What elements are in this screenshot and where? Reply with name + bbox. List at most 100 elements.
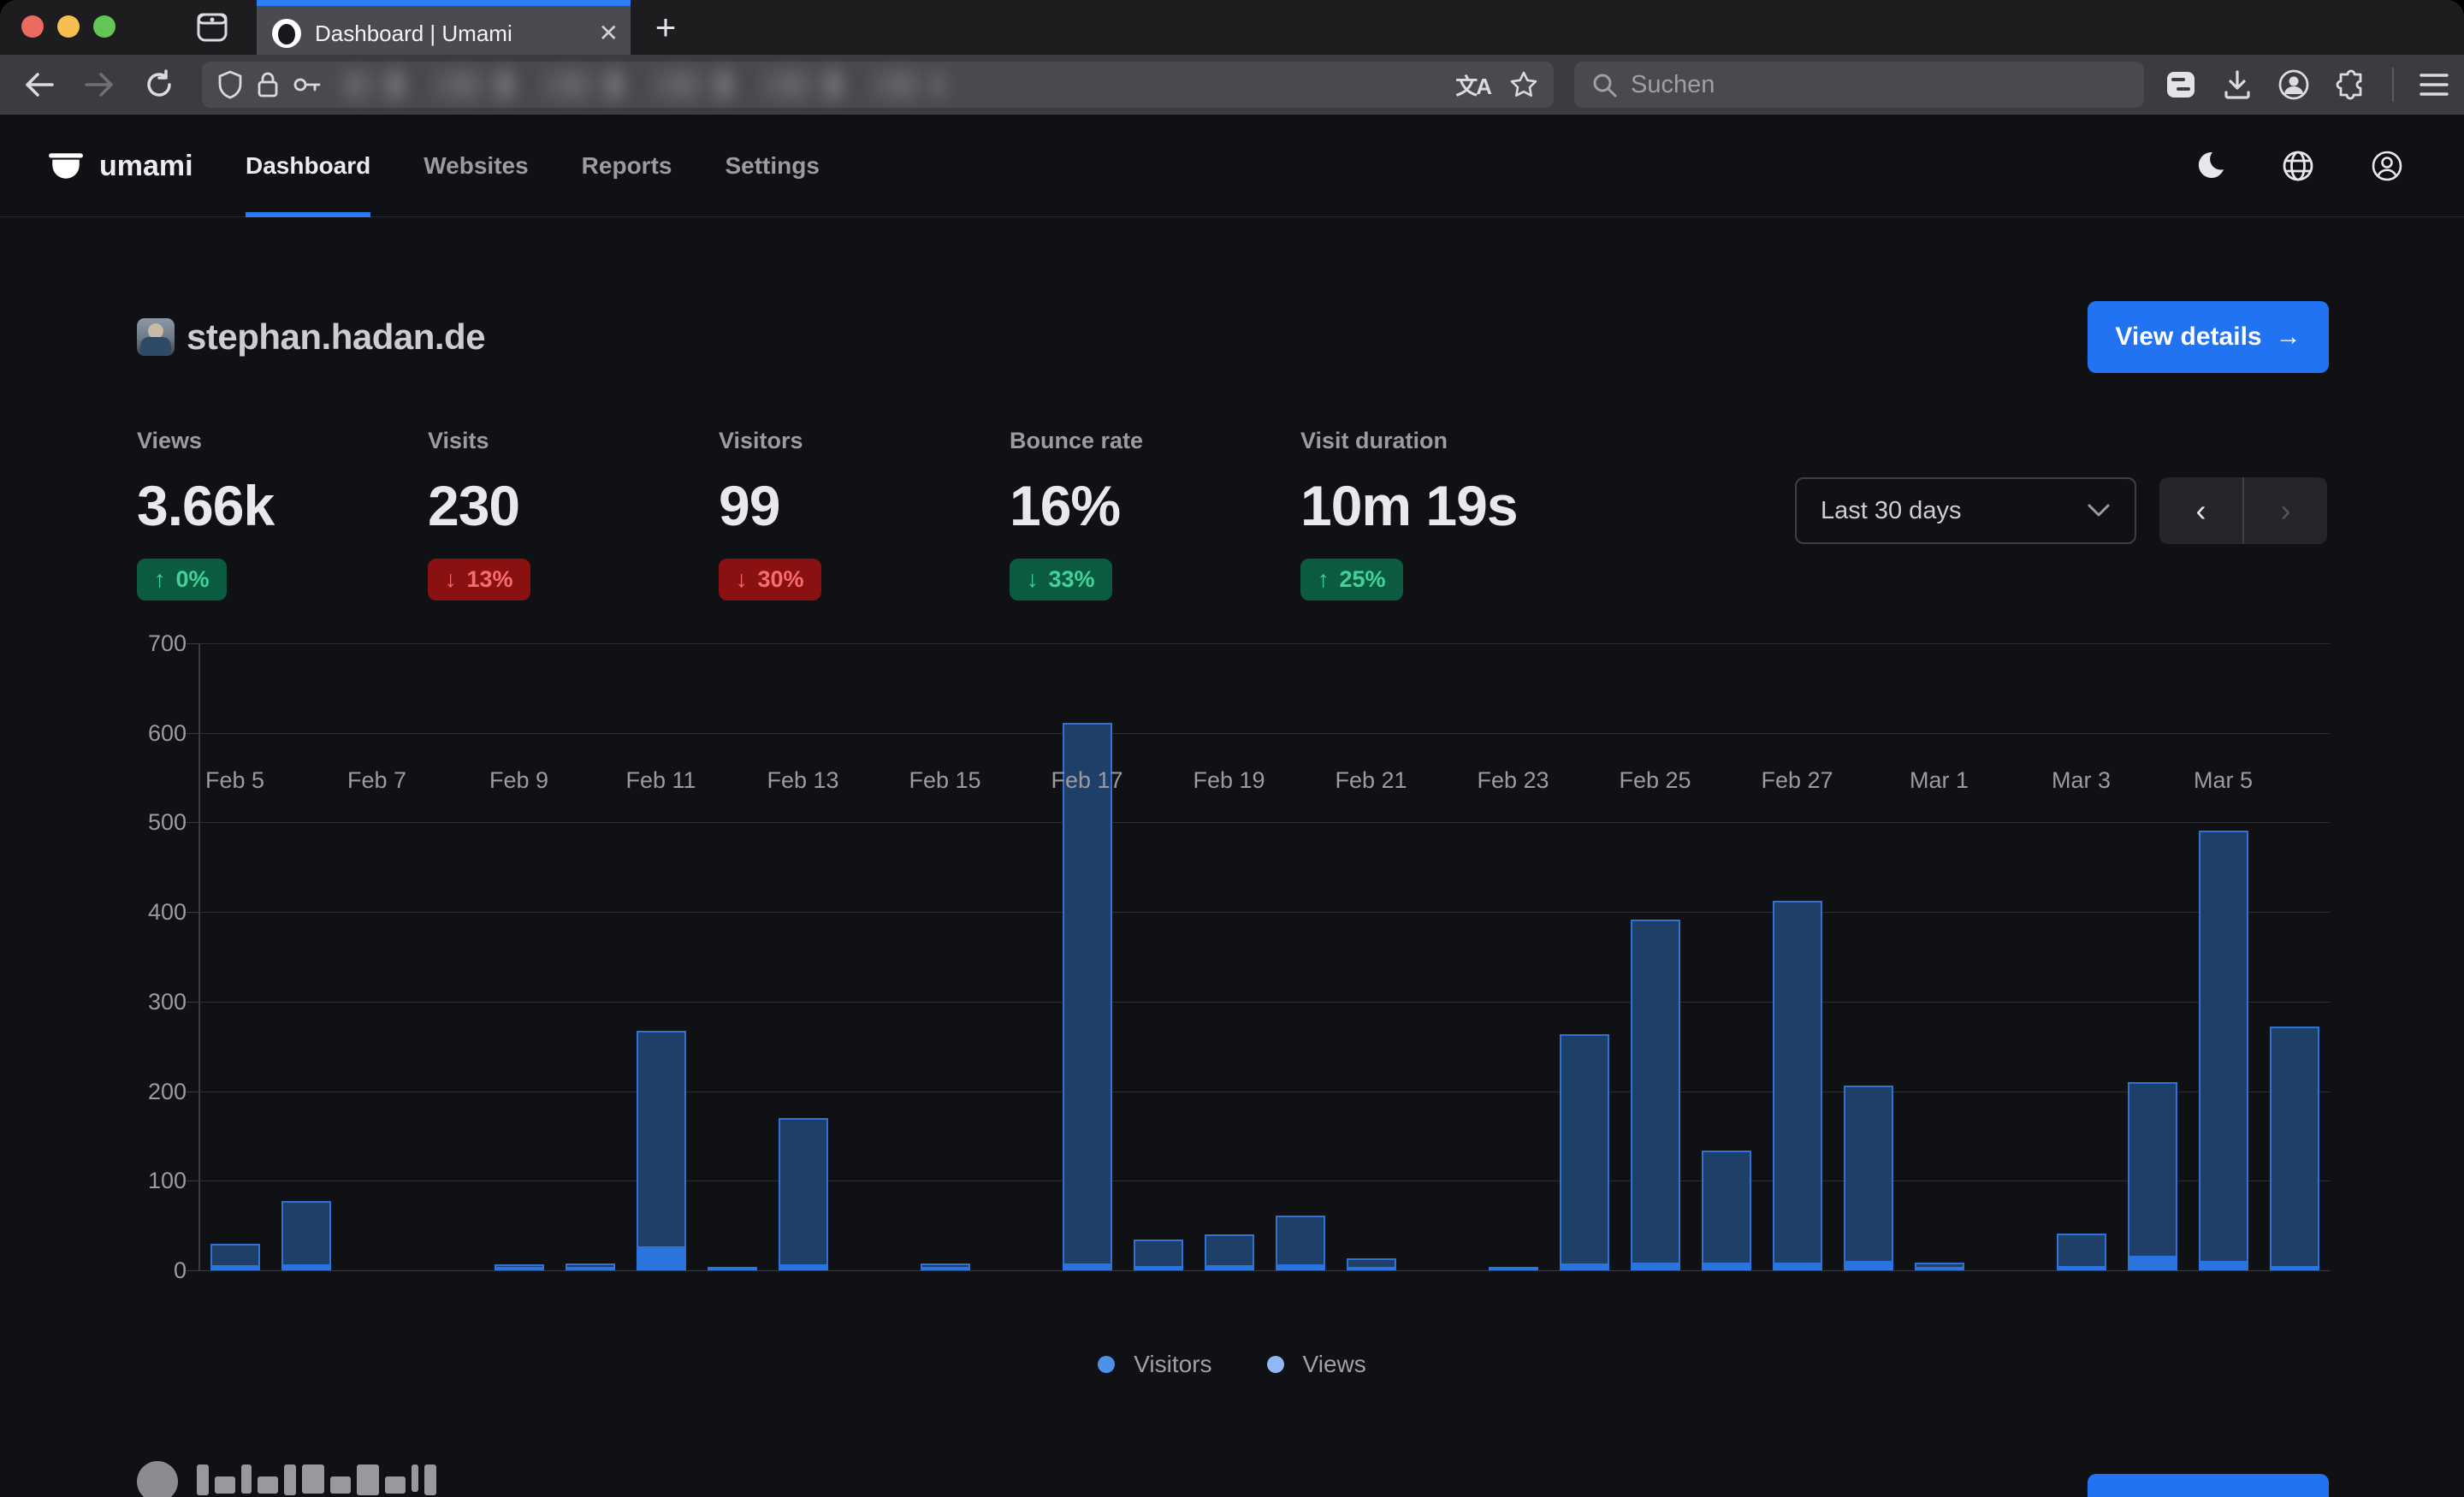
extensions-puzzle-icon[interactable] <box>2336 69 2366 100</box>
bar-visitors-segment <box>2128 1256 2177 1270</box>
metric-visit-duration: Visit duration 10m 19s ↑25% <box>1300 428 1583 601</box>
legend-item-visitors[interactable]: Visitors <box>1098 1351 1211 1378</box>
bar-feb-19[interactable] <box>1205 1234 1254 1270</box>
x-axis-tick-label: Feb 13 <box>767 767 838 794</box>
app-nav-links: Dashboard Websites Reports Settings <box>246 115 820 217</box>
bar-visitors-segment <box>1915 1267 1964 1270</box>
bar-feb-10[interactable] <box>566 1263 615 1270</box>
bar-feb-5[interactable] <box>210 1244 260 1270</box>
bar-mar-1[interactable] <box>1915 1263 1964 1270</box>
bar-mar-3[interactable] <box>2057 1234 2106 1270</box>
bar-visitors-segment <box>1702 1263 1751 1270</box>
date-range-select[interactable]: Last 30 days <box>1795 477 2136 544</box>
bar-feb-12[interactable] <box>708 1267 757 1270</box>
x-axis-tick-label: Feb 21 <box>1335 767 1407 794</box>
next-period-button[interactable]: › <box>2244 477 2327 544</box>
website-favicon <box>137 318 175 356</box>
theme-moon-icon[interactable] <box>2194 150 2226 182</box>
date-range-value: Last 30 days <box>1821 497 1961 525</box>
translate-icon[interactable]: 文A <box>1455 69 1490 101</box>
shield-icon[interactable] <box>217 70 243 99</box>
bar-feb-18[interactable] <box>1134 1240 1183 1270</box>
bar-mar-6[interactable] <box>2270 1027 2319 1270</box>
back-icon[interactable] <box>21 66 58 104</box>
bar-feb-17[interactable] <box>1063 723 1112 1270</box>
bar-mar-4[interactable] <box>2128 1082 2177 1270</box>
bar-visitors-segment <box>2057 1266 2106 1270</box>
view-details-button[interactable]: View details → <box>2088 301 2329 373</box>
bar-feb-6[interactable] <box>281 1201 331 1270</box>
bar-visitors-segment <box>708 1268 757 1270</box>
window-close-button[interactable] <box>21 15 44 38</box>
bar-feb-13[interactable] <box>779 1118 828 1270</box>
nav-websites[interactable]: Websites <box>424 115 528 217</box>
bar-visitors-segment <box>210 1265 260 1270</box>
firefox-view-icon[interactable] <box>195 11 229 44</box>
legend-label: Views <box>1303 1351 1366 1378</box>
partial-website-title <box>197 1464 436 1497</box>
bar-feb-27[interactable] <box>1773 901 1822 1270</box>
bar-feb-24[interactable] <box>1560 1034 1609 1270</box>
bar-feb-15[interactable] <box>921 1263 970 1270</box>
brand-name: umami <box>99 150 193 183</box>
bar-feb-23[interactable] <box>1489 1267 1538 1270</box>
bar-feb-25[interactable] <box>1631 920 1680 1270</box>
y-axis-line <box>198 643 200 1270</box>
nav-reports[interactable]: Reports <box>582 115 672 217</box>
nav-dashboard[interactable]: Dashboard <box>246 115 370 217</box>
download-icon[interactable] <box>2223 69 2252 100</box>
forward-icon[interactable] <box>80 66 118 104</box>
bar-visitors-segment <box>1560 1263 1609 1270</box>
browser-toolbar: 文A Suchen <box>0 55 2464 115</box>
bar-feb-9[interactable] <box>495 1264 544 1270</box>
bar-visitors-segment <box>1205 1265 1254 1270</box>
umami-brand[interactable]: umami <box>48 115 193 217</box>
window-zoom-button[interactable] <box>93 15 116 38</box>
browser-tab-active[interactable]: Dashboard | Umami ✕ <box>257 0 631 55</box>
umami-favicon-icon <box>272 19 301 48</box>
bookmark-star-icon[interactable] <box>1509 70 1538 99</box>
bar-feb-26[interactable] <box>1702 1151 1751 1270</box>
x-axis-tick-label: Feb 25 <box>1619 767 1691 794</box>
gridline <box>199 1002 2330 1003</box>
nav-settings[interactable]: Settings <box>725 115 819 217</box>
second-view-details-button[interactable] <box>2088 1474 2329 1497</box>
bar-feb-28[interactable] <box>1844 1086 1893 1270</box>
url-bar[interactable]: 文A <box>202 62 1554 108</box>
y-tick <box>187 822 199 823</box>
account-icon[interactable] <box>2277 68 2310 101</box>
prev-period-button[interactable]: ‹ <box>2159 477 2242 544</box>
bar-feb-11[interactable] <box>637 1031 686 1270</box>
change-badge: ↓33% <box>1010 559 1112 601</box>
y-axis-tick-label: 100 <box>110 1168 187 1194</box>
website-header: stephan.hadan.de View details → <box>137 301 2329 373</box>
arrow-down-icon: ↓ <box>445 566 457 593</box>
sidebar-panel-icon[interactable] <box>2165 68 2197 101</box>
new-tab-button[interactable]: + <box>643 5 688 50</box>
second-website-favicon <box>137 1461 178 1497</box>
y-axis-tick-label: 700 <box>110 630 187 657</box>
legend-item-views[interactable]: Views <box>1267 1351 1366 1378</box>
profile-icon[interactable] <box>2370 149 2404 183</box>
search-bar[interactable]: Suchen <box>1574 62 2144 108</box>
bar-visitors-segment <box>779 1264 828 1270</box>
metric-bounce-rate: Bounce rate 16% ↓33% <box>1010 428 1292 601</box>
window-minimize-button[interactable] <box>57 15 80 38</box>
tab-title: Dashboard | Umami <box>315 21 585 47</box>
bar-feb-21[interactable] <box>1347 1258 1396 1270</box>
menu-hamburger-icon[interactable] <box>2420 73 2449 97</box>
gridline <box>199 1180 2330 1181</box>
umami-dashboard-page: umami Dashboard Websites Reports Setting… <box>0 115 2464 1497</box>
y-axis-tick-label: 600 <box>110 720 187 747</box>
arrow-right-icon: → <box>2276 322 2301 352</box>
reload-icon[interactable] <box>140 66 178 104</box>
y-tick <box>187 1270 199 1271</box>
bar-feb-20[interactable] <box>1276 1216 1325 1270</box>
tab-close-icon[interactable]: ✕ <box>599 21 619 45</box>
bar-mar-5[interactable] <box>2199 831 2248 1270</box>
y-tick <box>187 643 199 644</box>
language-globe-icon[interactable] <box>2281 149 2315 183</box>
lock-icon[interactable] <box>257 70 279 99</box>
traffic-bar-chart[interactable] <box>199 643 2330 1270</box>
x-axis-tick-label: Feb 23 <box>1477 767 1549 794</box>
